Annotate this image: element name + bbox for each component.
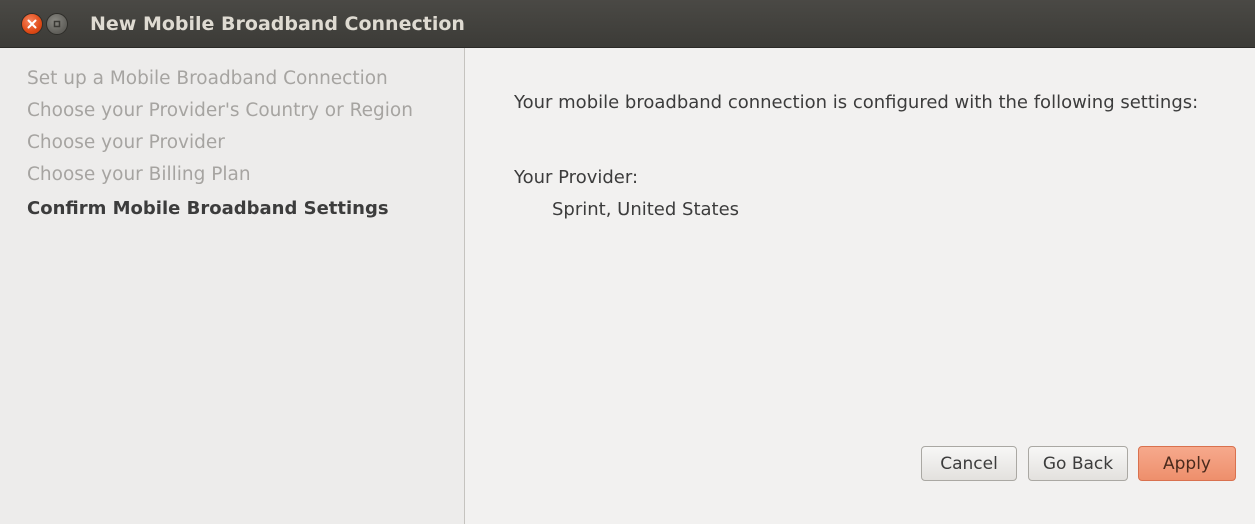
step-country: Choose your Provider's Country or Region	[27, 100, 413, 121]
provider-label: Your Provider:	[514, 167, 639, 188]
steps-sidebar: Set up a Mobile Broadband Connection Cho…	[0, 48, 465, 524]
go-back-button[interactable]: Go Back	[1028, 446, 1128, 481]
cancel-button[interactable]: Cancel	[921, 446, 1017, 481]
step-provider: Choose your Provider	[27, 132, 225, 153]
apply-button[interactable]: Apply	[1138, 446, 1236, 481]
step-billing-plan: Choose your Billing Plan	[27, 164, 251, 185]
window-title: New Mobile Broadband Connection	[90, 13, 465, 35]
intro-text: Your mobile broadband connection is conf…	[514, 92, 1199, 113]
close-icon[interactable]	[21, 13, 43, 35]
minimize-icon[interactable]	[46, 13, 68, 35]
confirm-page: Your mobile broadband connection is conf…	[466, 48, 1255, 524]
title-bar[interactable]: New Mobile Broadband Connection	[0, 0, 1255, 48]
step-setup: Set up a Mobile Broadband Connection	[27, 68, 388, 89]
dialog-window: New Mobile Broadband Connection Set up a…	[0, 0, 1255, 524]
provider-value: Sprint, United States	[552, 199, 740, 220]
step-confirm-current: Confirm Mobile Broadband Settings	[27, 198, 389, 219]
